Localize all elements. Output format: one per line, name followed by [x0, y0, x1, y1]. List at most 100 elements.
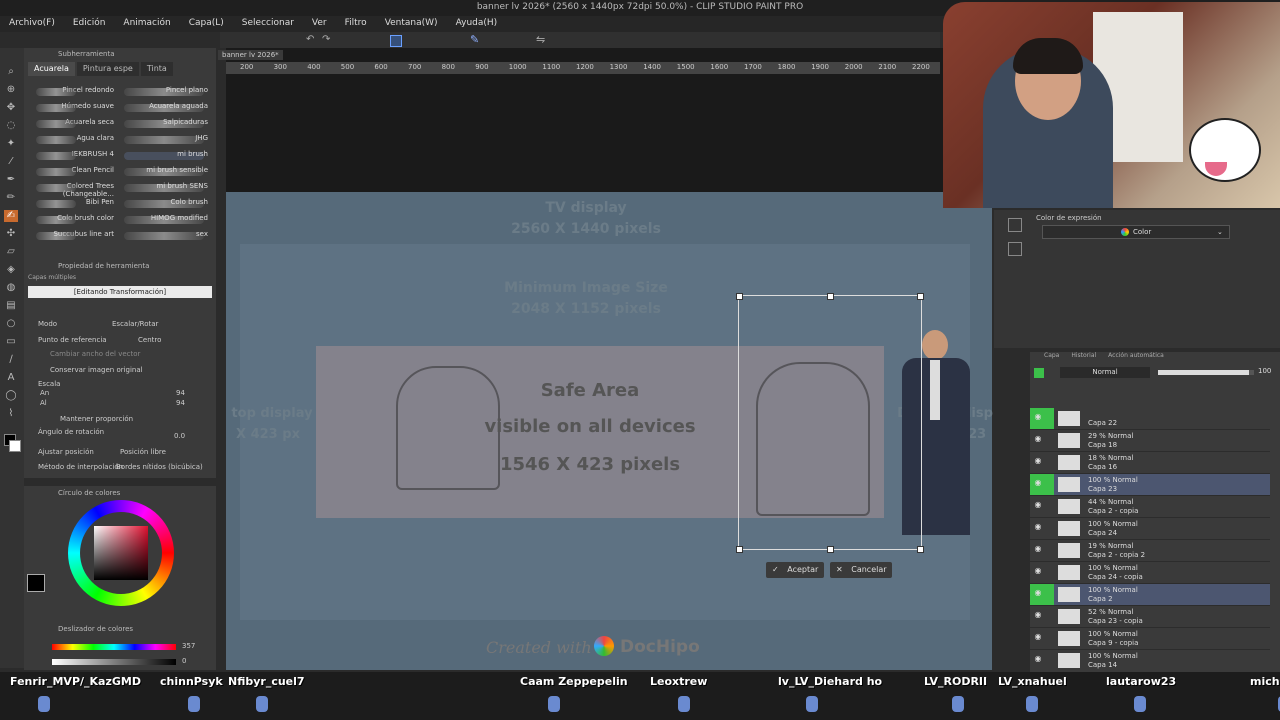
brush-item[interactable]: mi brush SENS [120, 182, 208, 190]
handle-bottom-left[interactable] [736, 546, 743, 553]
brush-item[interactable]: mi brush sensible [120, 166, 208, 174]
hue-ring[interactable] [68, 500, 174, 606]
keep-original-checkbox[interactable]: Conservar imagen original [50, 366, 143, 374]
redo-icon[interactable]: ↷ [322, 34, 330, 45]
menu-item[interactable]: Animación [114, 16, 179, 32]
eye-icon[interactable]: ◉ [1032, 566, 1044, 578]
saturation-square[interactable] [94, 526, 148, 580]
brush-icon[interactable]: ✍ [4, 210, 18, 222]
undo-icon[interactable]: ↶ [306, 34, 314, 45]
eye-icon[interactable]: ◉ [1032, 500, 1044, 512]
scale-width-value[interactable]: 94 [176, 389, 185, 397]
accept-button[interactable]: ✓ Aceptar [766, 562, 824, 578]
gradient-icon[interactable]: ▤ [4, 300, 18, 312]
layer-color-icon[interactable] [1034, 368, 1044, 378]
eye-icon[interactable]: ◉ [1032, 610, 1044, 622]
expression-select[interactable]: Color ⌄ [1042, 225, 1230, 239]
layer-row[interactable]: ◉ 100 % Normal Capa 14 [1030, 650, 1270, 670]
eraser-icon[interactable]: ▱ [4, 246, 18, 258]
brush-item[interactable]: sex [120, 230, 208, 238]
brush-item[interactable]: JHG [120, 134, 208, 142]
menu-item[interactable]: Filtro [336, 16, 376, 32]
zoom-icon[interactable]: ⊕ [4, 84, 18, 96]
keep-ratio-checkbox[interactable]: Mantener proporción [60, 415, 133, 423]
eye-icon[interactable]: ◉ [1032, 456, 1044, 468]
scale-height-value[interactable]: 94 [176, 399, 185, 407]
transform-icon[interactable] [390, 35, 402, 47]
blend-mode-select[interactable]: Normal [1060, 367, 1150, 378]
menu-item[interactable]: Ver [303, 16, 336, 32]
adjust-position-select[interactable]: Posición libre [120, 448, 166, 456]
handle-top-left[interactable] [736, 293, 743, 300]
canvas-tab[interactable]: banner lv 2026* [218, 50, 283, 60]
brush-item[interactable]: Acuarela aguada [120, 102, 208, 110]
pen-tool-icon[interactable]: ✒ [4, 174, 18, 186]
handle-bottom-right[interactable] [917, 546, 924, 553]
brush-item[interactable]: Colo brush [120, 198, 208, 206]
value-slider[interactable] [52, 659, 176, 665]
brush-item[interactable]: Salpicaduras [120, 118, 208, 126]
layer-row[interactable]: ◉ 100 % Normal Capa 24 [1030, 518, 1270, 540]
eye-icon[interactable]: ◉ [1032, 654, 1044, 666]
layer-icon[interactable] [1008, 218, 1022, 232]
navigator-icon[interactable] [1008, 242, 1022, 256]
layer-row[interactable]: ◉ 100 % Normal Capa 23 [1030, 474, 1270, 496]
handle-top-right[interactable] [917, 293, 924, 300]
sub-color-swatch[interactable] [9, 440, 21, 452]
current-color-swatch[interactable] [27, 574, 45, 592]
fill-icon[interactable]: ◍ [4, 282, 18, 294]
menu-item[interactable]: Seleccionar [233, 16, 303, 32]
hue-slider[interactable] [52, 644, 176, 650]
tab-historial[interactable]: Historial [1071, 352, 1096, 364]
handle-top[interactable] [827, 293, 834, 300]
tab-capa[interactable]: Capa [1044, 352, 1059, 364]
menu-item[interactable]: Ayuda(H) [447, 16, 507, 32]
magnifier-icon[interactable]: ⌕ [4, 66, 18, 78]
opacity-slider[interactable] [1158, 370, 1254, 375]
brush-item[interactable]: Pincel plano [120, 86, 208, 94]
layer-row[interactable]: ◉ 100 % Normal Capa 9 - copia [1030, 628, 1270, 650]
airbrush-icon[interactable]: ✣ [4, 228, 18, 240]
cancel-button[interactable]: ✕ Cancelar [830, 562, 892, 578]
layer-row[interactable]: ◉ 19 % Normal Capa 2 - copia 2 [1030, 540, 1270, 562]
layer-row[interactable]: ◉ 100 % Normal Capa 24 - copia [1030, 562, 1270, 584]
correction-icon[interactable]: ⌇ [4, 408, 18, 420]
eyedropper-icon[interactable]: ⁄ [4, 156, 18, 168]
handle-bottom[interactable] [827, 546, 834, 553]
menu-item[interactable]: Capa(L) [180, 16, 233, 32]
frame-icon[interactable]: ▭ [4, 336, 18, 348]
tab-acuarela[interactable]: Acuarela [28, 62, 75, 76]
tab-pintura[interactable]: Pintura espe [76, 62, 139, 76]
reference-select[interactable]: Centro [138, 336, 161, 344]
eye-icon[interactable]: ◉ [1032, 412, 1044, 424]
text-icon[interactable]: A [4, 372, 18, 384]
mode-select[interactable]: Escalar/Rotar [112, 320, 158, 328]
value-value[interactable]: 0 [182, 657, 186, 665]
eye-icon[interactable]: ◉ [1032, 478, 1044, 490]
flip-icon[interactable]: ⇋ [536, 33, 545, 46]
layer-row[interactable]: ◉ 52 % Normal Capa 23 - copia [1030, 606, 1270, 628]
angle-value[interactable]: 0.0 [174, 432, 185, 440]
eye-icon[interactable]: ◉ [1032, 632, 1044, 644]
interp-select[interactable]: Bordes nítidos (bicúbica) [116, 463, 203, 471]
vector-width-checkbox[interactable]: Cambiar ancho del vector [50, 350, 140, 358]
tab-accion[interactable]: Acción automática [1108, 352, 1164, 364]
eye-icon[interactable]: ◉ [1032, 522, 1044, 534]
eye-icon[interactable]: ◉ [1032, 544, 1044, 556]
layer-row[interactable]: ◉ 18 % Normal Capa 16 [1030, 452, 1270, 474]
blend-icon[interactable]: ◈ [4, 264, 18, 276]
pen-icon[interactable]: ✎ [470, 33, 479, 46]
brush-item[interactable]: mi brush [120, 150, 208, 158]
eye-icon[interactable]: ◉ [1032, 588, 1044, 600]
layer-row[interactable]: ◉ 29 % Normal Capa 18 [1030, 430, 1270, 452]
ruler-icon[interactable]: ∕ [4, 354, 18, 366]
pencil-icon[interactable]: ✏ [4, 192, 18, 204]
move-icon[interactable]: ✥ [4, 102, 18, 114]
brush-item[interactable]: HIMOG modified [120, 214, 208, 222]
layer-row[interactable]: ◉ Capa 22 [1030, 408, 1270, 430]
layer-row[interactable]: ◉ 100 % Normal Capa 2 [1030, 584, 1270, 606]
hue-value[interactable]: 357 [182, 642, 195, 650]
balloon-icon[interactable]: ◯ [4, 390, 18, 402]
shape-icon[interactable]: ○ [4, 318, 18, 330]
opacity-value[interactable]: 100 [1258, 367, 1271, 375]
